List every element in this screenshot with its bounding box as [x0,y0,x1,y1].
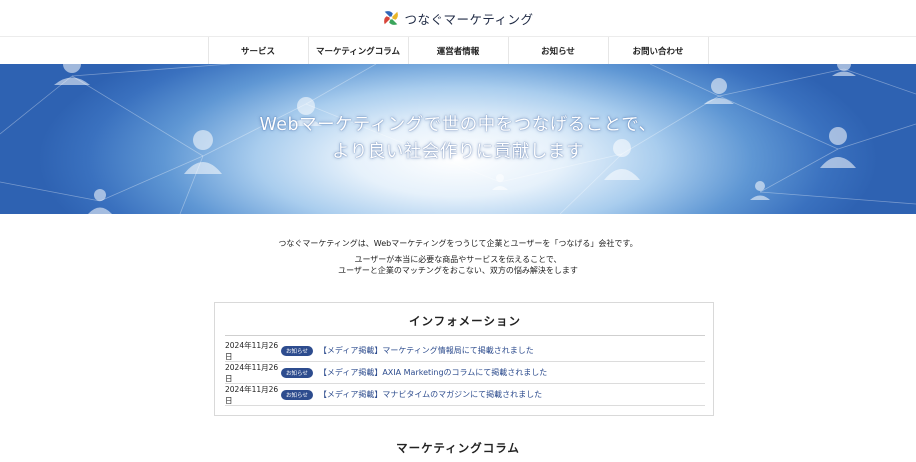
person-icon [88,189,112,214]
pinwheel-logo-icon [384,11,399,25]
nav-item-news[interactable]: お知らせ [509,37,609,64]
hero-headline-line2: より良い社会作りに貢献します [332,142,584,162]
news-link[interactable]: 【メディア掲載】AXIA Marketingのコラムにて掲載されました [319,367,547,378]
nav-item-marketing-column[interactable]: マーケティングコラム [309,37,409,64]
hero-headline: Webマーケティングで世の中をつなげることで、 より良い社会作りに貢献します [0,112,916,166]
person-icon [750,181,770,200]
global-nav: サービス マーケティングコラム 運営者情報 お知らせ お問い合わせ [0,36,916,64]
news-date: 2024年11月26日 [225,362,279,383]
news-category-badge: お知らせ [281,345,313,356]
news-item[interactable]: 2024年11月26日 お知らせ 【メディア掲載】マナビタイムのマガジンにて掲載… [225,384,705,406]
hero-headline-line1: Webマーケティングで世の中をつなげることで、 [259,115,657,135]
nav-item-service[interactable]: サービス [209,37,309,64]
news-item[interactable]: 2024年11月26日 お知らせ 【メディア掲載】AXIA Marketingの… [225,362,705,384]
intro-line3: ユーザーと企業のマッチングをおこない、双方の悩み解決をします [338,266,578,275]
news-category-badge: お知らせ [281,389,313,400]
site-logo-text: つなぐマーケティング [404,11,534,27]
hero-banner: Webマーケティングで世の中をつなげることで、 より良い社会作りに貢献します [0,64,916,214]
site-header: つなぐマーケティング [0,0,916,36]
information-title: インフォメーション [225,313,705,336]
information-box: インフォメーション 2024年11月26日 お知らせ 【メディア掲載】マーケティ… [214,302,714,416]
global-nav-list: サービス マーケティングコラム 運営者情報 お知らせ お問い合わせ [207,37,709,64]
intro-line2: ユーザーが本当に必要な商品やサービスを伝えることで、 [354,255,562,264]
nav-item-operator-info[interactable]: 運営者情報 [409,37,509,64]
person-icon [832,64,856,76]
person-icon [54,64,90,85]
news-link[interactable]: 【メディア掲載】マナビタイムのマガジンにて掲載されました [319,389,542,400]
news-date: 2024年11月26日 [225,340,279,361]
news-category-badge: お知らせ [281,367,313,378]
marketing-column-title: マーケティングコラム [396,441,520,455]
site-logo[interactable]: つなぐマーケティング [382,9,533,28]
intro-line1: つなぐマーケティングは、Webマーケティングをつうじて企業とユーザーを「つなげる… [278,239,638,248]
news-date: 2024年11月26日 [225,384,279,405]
person-icon [492,174,508,190]
news-item[interactable]: 2024年11月26日 お知らせ 【メディア掲載】マーケティング情報局にて掲載さ… [225,340,705,362]
intro-text: つなぐマーケティングは、Webマーケティングをつうじて企業とユーザーを「つなげる… [0,238,916,276]
nav-item-contact[interactable]: お問い合わせ [609,37,709,64]
news-link[interactable]: 【メディア掲載】マーケティング情報局にて掲載されました [319,345,534,356]
